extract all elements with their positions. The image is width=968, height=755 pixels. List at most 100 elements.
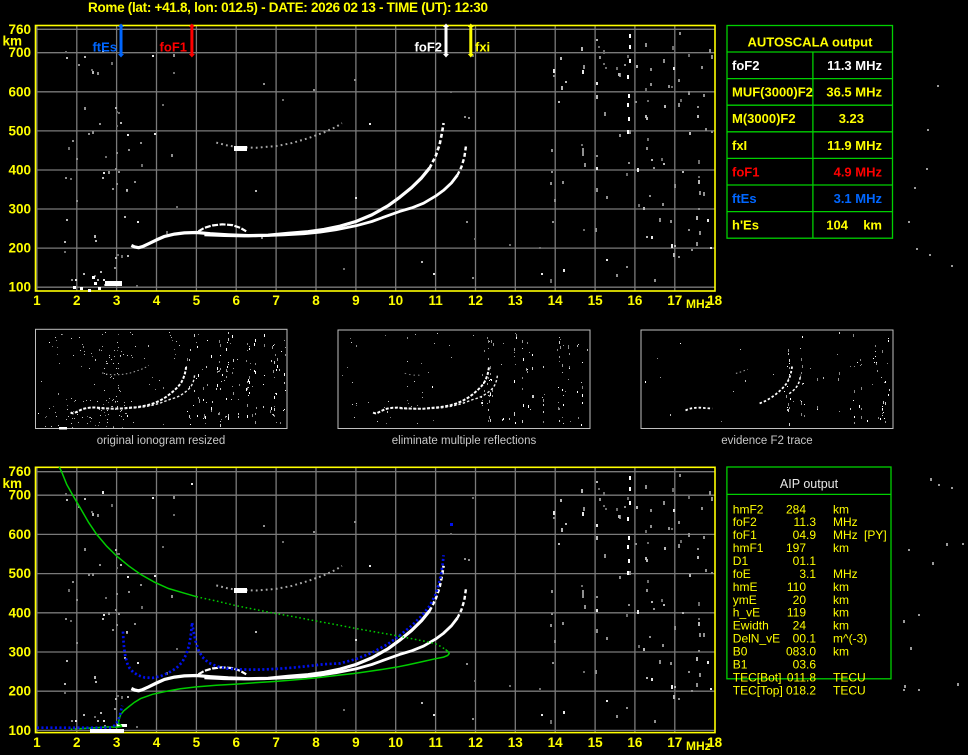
svg-text:fxi: fxi [475, 40, 490, 55]
svg-text:6: 6 [232, 735, 240, 750]
svg-text:km: km [833, 619, 849, 633]
svg-text:04.9: 04.9 [793, 528, 817, 542]
svg-text:km: km [2, 34, 22, 49]
svg-text:7: 7 [272, 735, 280, 750]
svg-text:4: 4 [153, 293, 161, 308]
svg-text:ftEs: ftEs [92, 40, 117, 55]
svg-text:01.1: 01.1 [793, 554, 817, 568]
svg-text:[PY]: [PY] [864, 528, 887, 542]
svg-text:200: 200 [8, 684, 31, 699]
svg-text:6: 6 [232, 293, 240, 308]
svg-text:hmF1: hmF1 [733, 541, 764, 555]
svg-text:119: 119 [787, 606, 806, 620]
svg-text:13: 13 [508, 735, 524, 750]
svg-text:h'Es: h'Es [732, 218, 759, 233]
svg-text:400: 400 [8, 163, 31, 178]
svg-text:MHz: MHz [833, 515, 858, 529]
svg-text:9: 9 [352, 735, 360, 750]
svg-text:600: 600 [8, 84, 31, 99]
svg-text:3.23: 3.23 [839, 111, 864, 126]
svg-text:TEC[Bot]: TEC[Bot] [733, 670, 782, 684]
svg-text:197: 197 [786, 541, 806, 555]
svg-text:MHz: MHz [833, 528, 858, 542]
svg-text:15: 15 [588, 293, 604, 308]
svg-text:km: km [833, 606, 849, 620]
svg-text:500: 500 [8, 123, 31, 138]
svg-text:original ionogram resized: original ionogram resized [97, 435, 225, 447]
svg-text:16: 16 [627, 293, 643, 308]
svg-text:foF2: foF2 [415, 40, 442, 55]
svg-text:MHz: MHz [686, 297, 711, 311]
svg-text:17: 17 [667, 293, 682, 308]
svg-text:4: 4 [153, 735, 161, 750]
svg-text:36.5 MHz: 36.5 MHz [826, 85, 882, 100]
svg-text:fxI: fxI [732, 138, 747, 153]
svg-text:11: 11 [428, 293, 443, 308]
svg-text:100: 100 [8, 280, 31, 295]
svg-text:MHz: MHz [686, 739, 711, 753]
svg-text:TECU: TECU [833, 683, 866, 697]
svg-text:104: 104 [826, 218, 848, 233]
svg-text:1: 1 [33, 735, 41, 750]
svg-text:11.3 MHz: 11.3 MHz [827, 58, 882, 73]
svg-text:20: 20 [793, 593, 807, 607]
svg-text:8: 8 [312, 293, 320, 308]
svg-text:3.1 MHz: 3.1 MHz [834, 191, 883, 206]
svg-text:km: km [863, 218, 882, 233]
svg-text:TEC[Top]: TEC[Top] [733, 683, 783, 697]
svg-text:evidence F2 trace: evidence F2 trace [721, 435, 812, 447]
svg-text:14: 14 [548, 293, 564, 308]
svg-text:24: 24 [793, 619, 807, 633]
svg-text:foE: foE [733, 567, 751, 581]
svg-text:ymE: ymE [733, 593, 757, 607]
svg-text:03.6: 03.6 [793, 658, 817, 672]
svg-text:3.1: 3.1 [799, 567, 816, 581]
svg-text:500: 500 [8, 566, 31, 581]
svg-text:7: 7 [272, 293, 280, 308]
svg-text:083.0: 083.0 [786, 645, 816, 659]
svg-text:3: 3 [113, 735, 121, 750]
svg-text:3: 3 [113, 293, 121, 308]
svg-text:16: 16 [627, 735, 643, 750]
svg-text:15: 15 [588, 735, 604, 750]
svg-text:011.8: 011.8 [787, 670, 816, 684]
svg-text:km: km [833, 541, 849, 555]
svg-text:018.2: 018.2 [786, 683, 816, 697]
svg-text:5: 5 [193, 735, 201, 750]
svg-text:8: 8 [312, 735, 320, 750]
svg-text:km: km [833, 580, 849, 594]
svg-text:TECU: TECU [833, 670, 866, 684]
svg-text:00.1: 00.1 [793, 632, 817, 646]
svg-text:14: 14 [548, 735, 564, 750]
svg-text:100: 100 [8, 723, 31, 738]
svg-text:eliminate multiple reflections: eliminate multiple reflections [392, 435, 537, 447]
svg-text:MUF(3000)F2: MUF(3000)F2 [732, 85, 813, 100]
svg-text:11.3: 11.3 [794, 515, 817, 529]
svg-text:10: 10 [388, 735, 403, 750]
svg-text:AIP output: AIP output [780, 477, 839, 491]
svg-text:300: 300 [8, 645, 31, 660]
svg-text:4.9 MHz: 4.9 MHz [834, 164, 883, 179]
svg-text:B1: B1 [733, 658, 748, 672]
svg-text:200: 200 [8, 241, 31, 256]
svg-text:h_vE: h_vE [733, 606, 760, 620]
svg-text:Rome (lat: +41.8, lon: 012.5): Rome (lat: +41.8, lon: 012.5) - DATE: 20… [88, 0, 488, 15]
svg-text:foF1: foF1 [732, 164, 759, 179]
svg-text:284: 284 [786, 502, 806, 516]
svg-text:1: 1 [33, 293, 41, 308]
svg-text:400: 400 [8, 605, 31, 620]
svg-text:5: 5 [193, 293, 201, 308]
svg-text:2: 2 [73, 735, 81, 750]
svg-text:DelN_vE: DelN_vE [733, 632, 780, 646]
svg-text:9: 9 [352, 293, 360, 308]
svg-text:foF2: foF2 [733, 515, 757, 529]
svg-text:foF1: foF1 [160, 40, 187, 55]
svg-text:2: 2 [73, 293, 81, 308]
svg-text:11: 11 [428, 735, 443, 750]
svg-text:10: 10 [388, 293, 403, 308]
svg-text:12: 12 [468, 293, 483, 308]
svg-text:km: km [833, 645, 849, 659]
svg-text:MHz: MHz [833, 567, 858, 581]
svg-text:km: km [833, 593, 849, 607]
svg-text:D1: D1 [733, 554, 749, 568]
